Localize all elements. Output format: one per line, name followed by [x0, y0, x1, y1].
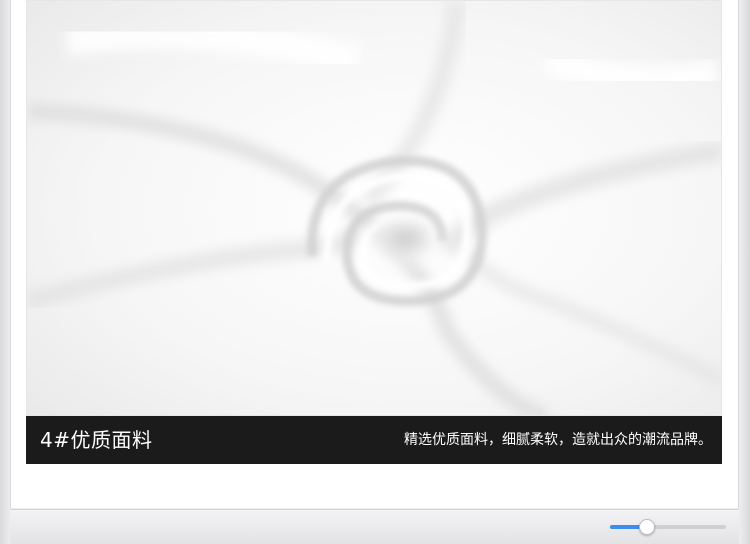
fabric-swirl-image: [27, 1, 721, 415]
slider-thumb[interactable]: [639, 519, 656, 535]
zoom-slider[interactable]: [610, 519, 726, 535]
fabric-photo: [26, 0, 722, 416]
feature-caption-bar: 4#优质面料 精选优质面料，细腻柔软，造就出众的潮流品牌。: [26, 416, 722, 464]
feature-description: 精选优质面料，细腻柔软，造就出众的潮流品牌。: [404, 432, 712, 448]
feature-title: 4#优质面料: [40, 428, 153, 452]
page: 4#优质面料 精选优质面料，细腻柔软，造就出众的潮流品牌。: [0, 0, 750, 544]
bottom-toolbar: [10, 509, 739, 544]
